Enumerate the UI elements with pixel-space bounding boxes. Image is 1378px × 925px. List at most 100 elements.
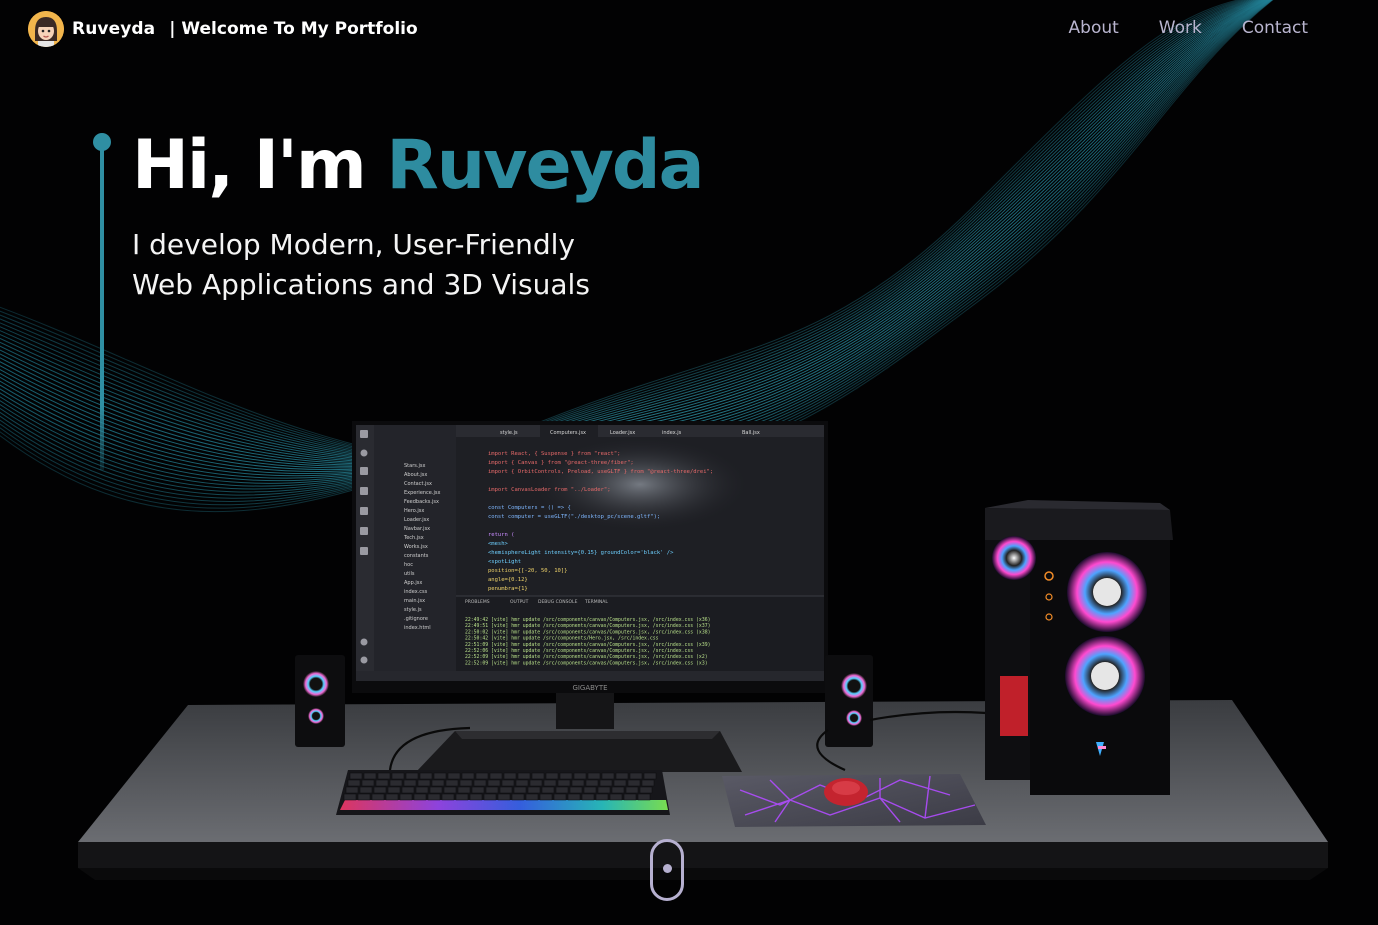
keyboard-key <box>443 786 457 794</box>
keyboard-key <box>399 793 413 801</box>
keyboard-key <box>627 779 641 787</box>
nav-link-work[interactable]: Work <box>1159 18 1202 38</box>
keyboard-key <box>511 793 525 801</box>
keyboard-key <box>601 772 615 780</box>
explorer-file: About.jsx <box>404 472 427 478</box>
explorer-file: Works.jsx <box>404 544 428 550</box>
keyboard-key <box>415 786 429 794</box>
hero-subtitle-line1: I develop Modern, User-Friendly <box>132 228 575 261</box>
hero-greeting: Hi, I'm <box>132 126 387 205</box>
keyboard-key <box>515 779 529 787</box>
keyboard-key <box>599 779 613 787</box>
scroll-down-indicator[interactable] <box>650 839 684 901</box>
keyboard-key <box>559 772 573 780</box>
keyboard-key <box>349 772 363 780</box>
code-line: return ( <box>488 532 515 538</box>
explorer-file: App.jsx <box>404 580 422 586</box>
explorer-file: Hero.jsx <box>404 508 424 514</box>
explorer-file: Contact.jsx <box>404 481 432 487</box>
keyboard-key <box>557 779 571 787</box>
speaker-left <box>295 655 345 747</box>
keyboard-key <box>501 779 515 787</box>
keyboard-key <box>643 772 657 780</box>
keyboard-key <box>455 793 469 801</box>
nav-link-contact[interactable]: Contact <box>1242 18 1308 38</box>
keyboard-key <box>473 779 487 787</box>
top-navbar: Ruveyda | Welcome To My Portfolio About … <box>0 0 1378 60</box>
keyboard-key <box>539 793 553 801</box>
hero-accent-dot <box>93 133 111 151</box>
keyboard-key <box>545 772 559 780</box>
editor-tab: Computers.jsx <box>550 430 586 436</box>
hero-accent-rail <box>92 128 112 473</box>
panel-tab: OUTPUT <box>510 599 529 605</box>
keyboard-key <box>427 793 441 801</box>
nav-link-about[interactable]: About <box>1069 18 1119 38</box>
keyboard-key <box>499 786 513 794</box>
explorer-file: Tech.jsx <box>403 535 424 541</box>
code-line: const Computers = () => { <box>488 505 571 511</box>
keyboard-key <box>641 779 655 787</box>
keyboard-key <box>403 779 417 787</box>
terminal-line: 22:50:42 [vite] hmr update /src/componen… <box>465 636 659 642</box>
keyboard-key <box>417 779 431 787</box>
explorer-file: Experience.jsx <box>404 490 440 496</box>
editor-tab: style.js <box>500 430 518 436</box>
explorer-file: index.html <box>404 625 431 631</box>
keyboard-key <box>587 772 601 780</box>
keyboard-key <box>447 772 461 780</box>
keyboard-key <box>469 793 483 801</box>
keyboard-key <box>347 779 361 787</box>
keyboard-key <box>377 772 391 780</box>
keyboard-key <box>585 779 599 787</box>
keyboard-key <box>531 772 545 780</box>
keyboard-key <box>517 772 531 780</box>
keyboard-key <box>613 779 627 787</box>
keyboard-key <box>429 786 443 794</box>
explorer-file: main.jsx <box>404 598 425 604</box>
keyboard-key <box>371 793 385 801</box>
pc-tower <box>985 500 1173 795</box>
code-line: import CanvasLoader from "../Loader"; <box>488 487 611 493</box>
keyboard-key <box>387 786 401 794</box>
code-line: <hemisphereLight intensity={0.15} ground… <box>488 550 674 556</box>
keyboard-key <box>401 786 415 794</box>
explorer-file: style.js <box>404 607 422 613</box>
explorer-file: .gitignore <box>404 616 428 622</box>
keyboard-key <box>359 786 373 794</box>
keyboard-key <box>405 772 419 780</box>
keyboard-key <box>581 793 595 801</box>
nav-links: About Work Contact <box>1069 18 1308 38</box>
keyboard-key <box>489 772 503 780</box>
keyboard-key <box>497 793 511 801</box>
keyboard-key <box>543 779 557 787</box>
brand-logo-link[interactable]: Ruveyda | Welcome To My Portfolio <box>28 11 418 47</box>
explorer-file: utils <box>404 571 415 577</box>
explorer-file: hoc <box>404 562 413 568</box>
keyboard-key <box>553 793 567 801</box>
keyboard-key <box>513 786 527 794</box>
speaker-right <box>825 655 873 747</box>
keyboard-key <box>609 793 623 801</box>
keyboard-key <box>357 793 371 801</box>
keyboard-key <box>597 786 611 794</box>
brand-name: Ruveyda <box>72 19 156 39</box>
keyboard-key <box>527 786 541 794</box>
code-line: <spotLight <box>488 559 521 565</box>
terminal-line: 22:49:42 [vite] hmr update /src/componen… <box>465 617 710 623</box>
keyboard-key <box>555 786 569 794</box>
explorer-file: Stars.jsx <box>404 463 425 469</box>
keyboard-key <box>389 779 403 787</box>
keyboard-key <box>375 779 389 787</box>
keyboard-key <box>413 793 427 801</box>
code-line: angle={0.12} <box>488 577 528 583</box>
code-line: <mesh> <box>488 541 509 547</box>
hero-accent-line <box>100 150 104 470</box>
keyboard-key <box>573 772 587 780</box>
keyboard-key <box>485 786 499 794</box>
keyboard-key <box>623 793 637 801</box>
keyboard-key <box>433 772 447 780</box>
mouse <box>824 778 868 806</box>
explorer-file: Feedbacks.jsx <box>404 499 439 505</box>
keyboard-key <box>571 779 585 787</box>
